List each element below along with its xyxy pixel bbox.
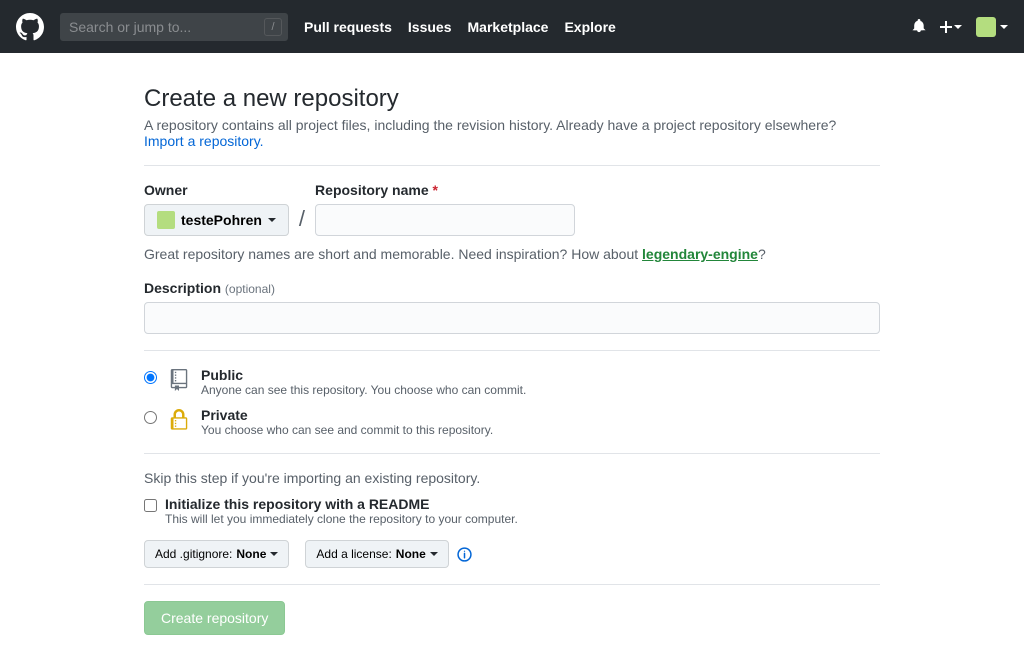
owner-label: Owner — [144, 182, 289, 198]
notifications-icon[interactable] — [912, 19, 926, 34]
repo-name-label: Repository name * — [315, 182, 575, 198]
visibility-private-text: Private You choose who can see and commi… — [201, 407, 493, 437]
suggested-name-link[interactable]: legendary-engine — [642, 246, 758, 262]
description-input[interactable] — [144, 302, 880, 334]
caret-down-icon — [954, 25, 962, 29]
visibility-public-text: Public Anyone can see this repository. Y… — [201, 367, 526, 397]
nav-explore[interactable]: Explore — [564, 19, 615, 35]
repo-name-input[interactable] — [315, 204, 575, 236]
gitignore-select[interactable]: Add .gitignore: None — [144, 540, 289, 568]
description-label-text: Description — [144, 280, 221, 296]
page-title: Create a new repository — [144, 85, 880, 113]
divider — [144, 453, 880, 454]
subhead-text: A repository contains all project files,… — [144, 117, 836, 133]
create-repository-button[interactable]: Create repository — [144, 601, 285, 635]
template-selectors: Add .gitignore: None Add a license: None — [144, 540, 880, 568]
caret-down-icon — [1000, 25, 1008, 29]
optional-text: (optional) — [225, 282, 275, 296]
readme-row: Initialize this repository with a README… — [144, 496, 880, 526]
public-desc: Anyone can see this repository. You choo… — [201, 383, 526, 397]
license-value: None — [396, 547, 426, 561]
skip-note: Skip this step if you're importing an ex… — [144, 470, 880, 486]
lock-icon — [167, 407, 191, 431]
nav-pull-requests[interactable]: Pull requests — [304, 19, 392, 35]
private-desc: You choose who can see and commit to thi… — [201, 423, 493, 437]
visibility-private-radio[interactable] — [144, 411, 157, 424]
page-subhead: A repository contains all project files,… — [144, 117, 880, 149]
name-hint: Great repository names are short and mem… — [144, 246, 880, 262]
github-logo[interactable] — [16, 13, 44, 41]
gitignore-pre: Add .gitignore: — [155, 547, 232, 561]
license-select[interactable]: Add a license: None — [305, 540, 448, 568]
readme-title: Initialize this repository with a README — [165, 496, 518, 512]
import-repository-link[interactable]: Import a repository. — [144, 133, 264, 149]
public-title: Public — [201, 367, 526, 383]
nav-marketplace[interactable]: Marketplace — [468, 19, 549, 35]
owner-name-row: Owner testePohren / Repository name * — [144, 182, 880, 236]
info-icon[interactable] — [457, 547, 472, 562]
visibility-public-radio[interactable] — [144, 371, 157, 384]
divider — [144, 350, 880, 351]
search-slash-hint: / — [264, 18, 282, 36]
readme-desc: This will let you immediately clone the … — [165, 512, 518, 526]
divider — [144, 165, 880, 166]
global-header: / Pull requests Issues Marketplace Explo… — [0, 0, 1024, 53]
visibility-private-row: Private You choose who can see and commi… — [144, 407, 880, 437]
caret-down-icon — [430, 552, 438, 556]
gitignore-value: None — [236, 547, 266, 561]
nav-issues[interactable]: Issues — [408, 19, 452, 35]
search-input[interactable] — [60, 13, 288, 41]
divider — [144, 584, 880, 585]
owner-repo-separator: / — [297, 206, 307, 236]
create-menu[interactable] — [940, 21, 962, 33]
name-hint-post: ? — [758, 246, 766, 262]
main-content: Create a new repository A repository con… — [128, 53, 896, 667]
owner-name: testePohren — [181, 212, 262, 228]
name-hint-pre: Great repository names are short and mem… — [144, 246, 642, 262]
visibility-public-row: Public Anyone can see this repository. Y… — [144, 367, 880, 397]
owner-select[interactable]: testePohren — [144, 204, 289, 236]
owner-avatar — [157, 211, 175, 229]
description-label: Description (optional) — [144, 280, 880, 296]
repo-icon — [167, 367, 191, 391]
repo-name-label-text: Repository name — [315, 182, 429, 198]
repo-name-field: Repository name * — [315, 182, 575, 236]
primary-nav: Pull requests Issues Marketplace Explore — [304, 19, 616, 35]
caret-down-icon — [268, 218, 276, 222]
header-right — [912, 17, 1008, 37]
private-title: Private — [201, 407, 493, 423]
initialize-readme-checkbox[interactable] — [144, 499, 157, 512]
description-field: Description (optional) — [144, 280, 880, 334]
user-menu[interactable] — [976, 17, 1008, 37]
search-container: / — [60, 13, 288, 41]
owner-field: Owner testePohren — [144, 182, 289, 236]
required-asterisk: * — [433, 182, 438, 198]
caret-down-icon — [270, 552, 278, 556]
avatar — [976, 17, 996, 37]
license-pre: Add a license: — [316, 547, 391, 561]
